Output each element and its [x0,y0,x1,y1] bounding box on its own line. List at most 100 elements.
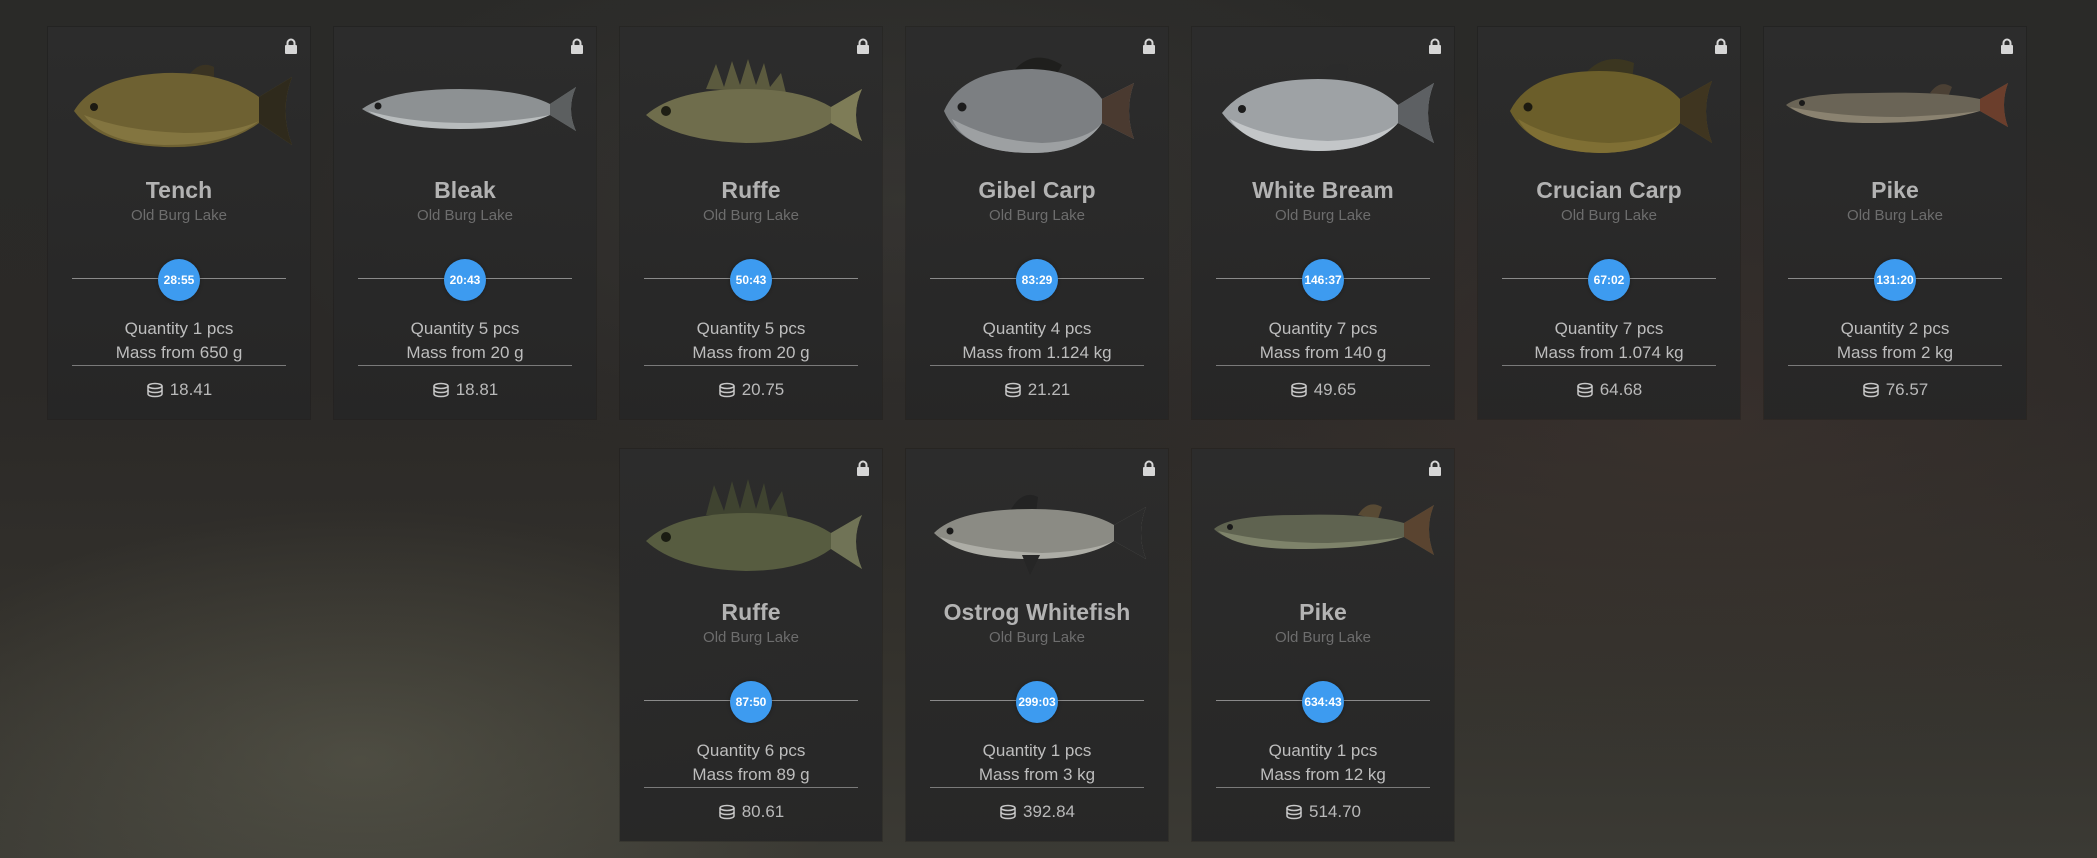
mass-text: Mass from 2 kg [1836,343,1954,362]
crucian-carp-fish-icon [1510,59,1712,153]
price-row: 392.84 [906,802,1168,822]
divider [1788,365,2002,366]
mass-text: Mass from 1.124 kg [962,343,1112,362]
fish-name: Pike [1299,599,1347,625]
fish-card[interactable]: Bleak Old Burg Lake 20:43 Quantity 5 pcs… [334,27,596,419]
timer-badge: 83:29 [1016,259,1058,301]
fish-card[interactable]: Pike Old Burg Lake 634:43 Quantity 1 pcs… [1192,449,1454,841]
timer-badge: 67:02 [1588,259,1630,301]
fish-name: Ruffe [721,599,781,625]
divider [1216,365,1430,366]
ostrog-whitefish-fish-icon [934,494,1146,575]
fish-card[interactable]: White Bream Old Burg Lake 146:37 Quantit… [1192,27,1454,419]
timer-badge: 634:43 [1302,681,1344,723]
timer-badge: 50:43 [730,259,772,301]
coins-icon [1000,804,1016,820]
coins-icon [146,382,163,398]
fish-name: Gibel Carp [978,177,1096,203]
fish-location: Old Burg Lake [703,207,799,224]
fish-card[interactable]: Gibel Carp Old Burg Lake 83:29 Quantity … [906,27,1168,419]
fish-card[interactable]: Ruffe Old Burg Lake 50:43 Quantity 5 pcs… [620,27,882,419]
fish-location: Old Burg Lake [1561,207,1657,224]
price-row: 18.81 [334,380,596,400]
price-value: 392.84 [1023,802,1075,821]
coins-icon [1576,382,1593,398]
fish-card[interactable]: Tench Old Burg Lake 28:55 Quantity 1 pcs… [48,27,310,419]
timer-badge: 20:43 [444,259,486,301]
divider [644,787,858,788]
price-row: 514.70 [1192,802,1454,822]
quantity-text: Quantity 1 pcs [1268,741,1378,760]
coins-icon [432,382,449,398]
quantity-text: Quantity 7 pcs [1554,319,1664,338]
fish-name: Tench [145,177,213,203]
fish-location: Old Burg Lake [1275,629,1371,646]
fish-location: Old Burg Lake [703,629,799,646]
price-row: 20.75 [620,380,882,400]
quantity-text: Quantity 7 pcs [1268,319,1378,338]
quantity-text: Quantity 1 pcs [982,741,1092,760]
coins-icon [1290,382,1307,398]
ruffe-fish-icon [646,59,862,143]
bleak-fish-icon [362,87,576,131]
coins-icon [1286,804,1302,820]
price-value: 21.21 [1027,380,1071,399]
price-value: 20.75 [741,380,785,399]
divider [644,365,858,366]
coins-icon [718,382,735,398]
fish-name: Ruffe [721,177,781,203]
fish-name: Pike [1871,177,1919,203]
mass-text: Mass from 3 kg [978,765,1096,784]
gibel-carp-fish-icon [944,57,1134,153]
fish-name: Crucian Carp [1536,177,1682,203]
price-row: 21.21 [906,380,1168,400]
quantity-text: Quantity 6 pcs [696,741,806,760]
fish-location: Old Burg Lake [417,207,513,224]
divider [72,365,286,366]
timer-badge: 131:20 [1874,259,1916,301]
quantity-text: Quantity 4 pcs [982,319,1092,338]
quantity-text: Quantity 1 pcs [124,319,234,338]
coins-icon [1862,382,1879,398]
price-row: 76.57 [1764,380,2026,400]
price-value: 18.81 [455,380,499,399]
fish-order-grid: Tench Old Burg Lake 28:55 Quantity 1 pcs… [0,0,2097,858]
price-row: 80.61 [620,802,882,822]
fish-location: Old Burg Lake [989,207,1085,224]
fish-location: Old Burg Lake [1275,207,1371,224]
price-value: 64.68 [1599,380,1643,399]
mass-text: Mass from 20 g [692,343,810,362]
fish-location: Old Burg Lake [1847,207,1943,224]
timer-badge: 146:37 [1302,259,1344,301]
price-row: 64.68 [1478,380,1740,400]
fish-name: Bleak [434,177,496,203]
divider [1502,365,1716,366]
fish-name: White Bream [1252,177,1394,203]
divider [930,365,1144,366]
divider [1216,787,1430,788]
mass-text: Mass from 12 kg [1260,765,1386,784]
price-row: 18.41 [48,380,310,400]
pike-fish-icon [1786,83,2008,127]
tench-fish-icon [74,64,292,148]
timer-badge: 87:50 [730,681,772,723]
price-value: 18.41 [169,380,213,399]
fish-card[interactable]: Crucian Carp Old Burg Lake 67:02 Quantit… [1478,27,1740,419]
quantity-text: Quantity 5 pcs [410,319,520,338]
fish-card[interactable]: Pike Old Burg Lake 131:20 Quantity 2 pcs… [1764,27,2026,419]
coins-icon [1004,382,1021,398]
quantity-text: Quantity 5 pcs [696,319,806,338]
mass-text: Mass from 140 g [1259,343,1387,362]
price-value: 514.70 [1309,802,1361,821]
ruffe-fish-icon [646,479,862,571]
fish-location: Old Burg Lake [989,629,1085,646]
fish-card[interactable]: Ruffe Old Burg Lake 87:50 Quantity 6 pcs… [620,449,882,841]
mass-text: Mass from 650 g [115,343,243,362]
price-value: 80.61 [741,802,785,821]
pike-fish-icon [1214,504,1434,555]
mass-text: Mass from 89 g [692,765,810,784]
price-row: 49.65 [1192,380,1454,400]
divider [358,365,572,366]
mass-text: Mass from 20 g [406,343,524,362]
fish-card[interactable]: Ostrog Whitefish Old Burg Lake 299:03 Qu… [906,449,1168,841]
